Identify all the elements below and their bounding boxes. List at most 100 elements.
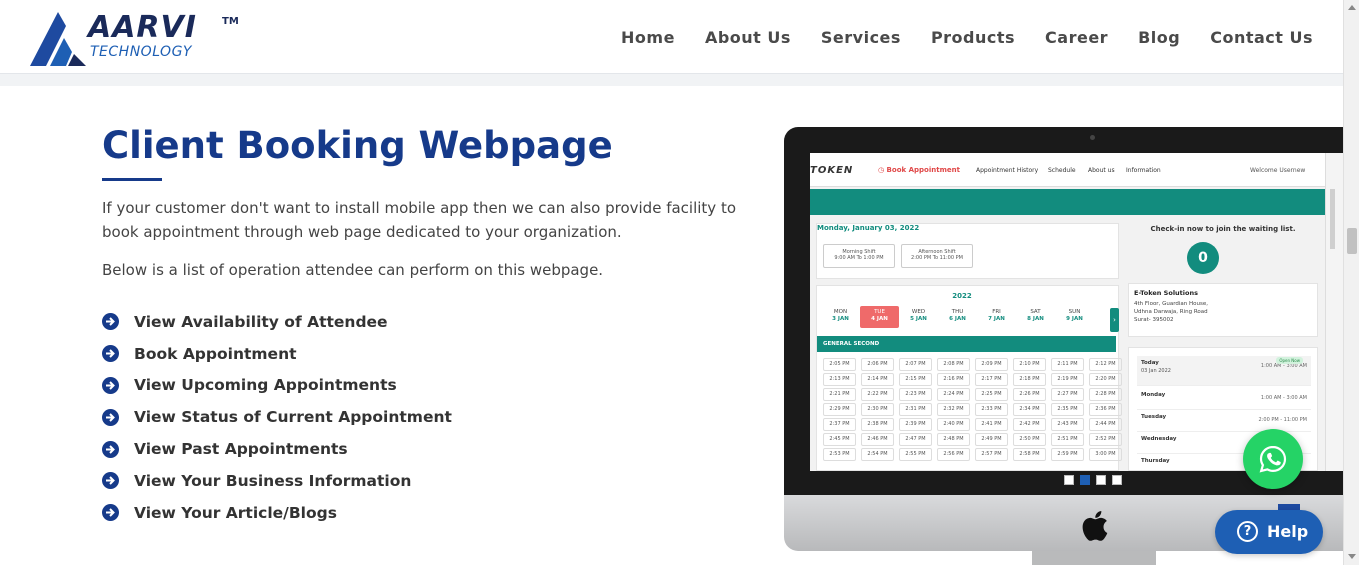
- slide-time-slot: 2:55 PM: [899, 448, 932, 461]
- camera-dot: [1090, 135, 1095, 140]
- arrow-right-circle-icon: [102, 345, 119, 363]
- slide-day-date: 3 JAN: [832, 316, 849, 322]
- page-title: Client Booking Webpage: [102, 124, 613, 167]
- slide-time-slot: 2:05 PM: [823, 358, 856, 371]
- slide-day-name: MON: [833, 309, 848, 315]
- slide-date-card: Monday, January 03, 2022 Morning Shift 9:…: [816, 223, 1119, 279]
- nav-career[interactable]: Career: [1045, 28, 1108, 47]
- feature-label: Book Appointment: [134, 344, 297, 363]
- slide-schedule-time: 1:00 AM - 3:00 AM: [1260, 395, 1307, 401]
- logo-trademark: TM: [222, 16, 239, 27]
- feature-item: View Availability of Attendee: [102, 306, 452, 338]
- slide-time-slot: 2:22 PM: [861, 388, 894, 401]
- slide-time-slot: 2:18 PM: [1013, 373, 1046, 386]
- slide-time-slot: 2:11 PM: [1051, 358, 1084, 371]
- help-button[interactable]: ? Help: [1215, 510, 1323, 554]
- slide-nav-item: About us: [1088, 167, 1115, 174]
- carousel-dot[interactable]: [1112, 475, 1122, 485]
- slide-time-slot: 2:35 PM: [1051, 403, 1084, 416]
- slide-schedule-row: Monday 1:00 AM - 3:00 AM: [1137, 388, 1311, 410]
- nav-about-us[interactable]: About Us: [705, 28, 791, 47]
- whatsapp-icon: [1259, 445, 1287, 473]
- slide-time-slot: 2:47 PM: [899, 433, 932, 446]
- slide-time-slot: 2:54 PM: [861, 448, 894, 461]
- feature-label: View Your Article/Blogs: [134, 503, 337, 522]
- slide-time-slot: 2:21 PM: [823, 388, 856, 401]
- page-scrollbar[interactable]: [1343, 0, 1359, 565]
- slide-time-slot: 2:57 PM: [975, 448, 1008, 461]
- slide-day: SUN 9 JAN: [1055, 306, 1094, 328]
- feature-label: View Upcoming Appointments: [134, 376, 397, 395]
- slide-day-name: WED: [911, 309, 926, 315]
- slide-day: FRI 7 JAN: [977, 306, 1016, 328]
- feature-item: View Your Business Information: [102, 465, 452, 497]
- arrow-right-circle-icon: [102, 440, 119, 458]
- slide-day-date: 6 JAN: [949, 316, 966, 322]
- aarvi-logo[interactable]: AARVI TM TECHNOLOGY: [30, 10, 245, 66]
- nav-home[interactable]: Home: [621, 28, 675, 47]
- arrow-right-circle-icon: [102, 313, 119, 331]
- slide-time-slot: 2:51 PM: [1051, 433, 1084, 446]
- slide-schedule-day: Thursday: [1141, 458, 1170, 464]
- slide-book-label: Book Appointment: [886, 166, 960, 174]
- nav-contact-us[interactable]: Contact Us: [1210, 28, 1313, 47]
- slide-day-date: 5 JAN: [910, 316, 927, 322]
- slide-time-slot: 2:43 PM: [1051, 418, 1084, 431]
- whatsapp-button[interactable]: [1243, 429, 1303, 489]
- intro-paragraph: If your customer don't want to install m…: [102, 199, 736, 241]
- feature-list: View Availability of Attendee Book Appoi…: [102, 306, 452, 529]
- slide-time-slot: 2:32 PM: [937, 403, 970, 416]
- slide-time-slot: 2:46 PM: [861, 433, 894, 446]
- slide-time-slot: 2:19 PM: [1051, 373, 1084, 386]
- nav-services[interactable]: Services: [821, 28, 901, 47]
- slide-schedule-day: Tuesday: [1141, 414, 1167, 420]
- title-underline: [102, 178, 162, 181]
- slide-time-slot: 2:42 PM: [1013, 418, 1046, 431]
- slide-time-slot: 2:52 PM: [1089, 433, 1122, 446]
- slide-time-slot: 2:17 PM: [975, 373, 1008, 386]
- slide-logo: TOKEN: [810, 165, 854, 176]
- slide-time-slot: 2:59 PM: [1051, 448, 1084, 461]
- slide-nav-item: Schedule: [1048, 167, 1076, 174]
- slide-open-badge: Open Now: [1276, 357, 1303, 364]
- slide-time-slot: 2:28 PM: [1089, 388, 1122, 401]
- slide-time-slot: 2:33 PM: [975, 403, 1008, 416]
- slide-schedule-day: Monday: [1141, 392, 1166, 398]
- carousel-dot[interactable]: [1096, 475, 1106, 485]
- feature-label: View Past Appointments: [134, 440, 348, 459]
- screenshot-slide[interactable]: TOKEN ◷ Book Appointment Appointment His…: [810, 153, 1343, 471]
- slide-time-slot: 2:26 PM: [1013, 388, 1046, 401]
- slide-time-slot: 2:16 PM: [937, 373, 970, 386]
- nav-products[interactable]: Products: [931, 28, 1015, 47]
- list-intro-paragraph: Below is a list of operation attendee ca…: [102, 261, 604, 279]
- scroll-down-arrow-icon[interactable]: [1344, 549, 1359, 565]
- slide-time-slot: 2:20 PM: [1089, 373, 1122, 386]
- carousel-dot[interactable]: [1064, 475, 1074, 485]
- slide-time-slot: 2:30 PM: [861, 403, 894, 416]
- slide-queue-count: 0: [1187, 242, 1219, 274]
- slide-scrollbar: [1325, 153, 1343, 471]
- slide-time-slot: 2:29 PM: [823, 403, 856, 416]
- slide-day-name: THU: [951, 309, 964, 315]
- slide-day-name: SUN: [1068, 309, 1081, 315]
- slide-shift-time: 9:00 AM To 1:00 PM: [834, 255, 884, 261]
- slide-time-slot: 2:58 PM: [1013, 448, 1046, 461]
- slide-time-slot: 2:39 PM: [899, 418, 932, 431]
- slide-time-slot: 2:44 PM: [1089, 418, 1122, 431]
- carousel-dot-active[interactable]: [1080, 475, 1090, 485]
- slide-time-slot: 2:13 PM: [823, 373, 856, 386]
- slide-time-slot: 2:37 PM: [823, 418, 856, 431]
- slide-schedule-date: 03 Jan 2022: [1141, 368, 1171, 374]
- slide-time-slot: 2:24 PM: [937, 388, 970, 401]
- logo-text: AARVI: [88, 10, 197, 45]
- slide-time-slot: 2:50 PM: [1013, 433, 1046, 446]
- slide-company-card: E-Token Solutions 4th Floor, Guardian Ho…: [1128, 283, 1318, 337]
- scrollbar-thumb[interactable]: [1347, 228, 1357, 254]
- carousel-dots: [1064, 475, 1122, 485]
- slide-day-date: 9 JAN: [1066, 316, 1083, 322]
- scroll-up-arrow-icon[interactable]: [1344, 0, 1359, 16]
- slide-time-slot: 2:12 PM: [1089, 358, 1122, 371]
- slide-time-slot: 2:36 PM: [1089, 403, 1122, 416]
- slide-day: MON 3 JAN: [821, 306, 860, 328]
- nav-blog[interactable]: Blog: [1138, 28, 1180, 47]
